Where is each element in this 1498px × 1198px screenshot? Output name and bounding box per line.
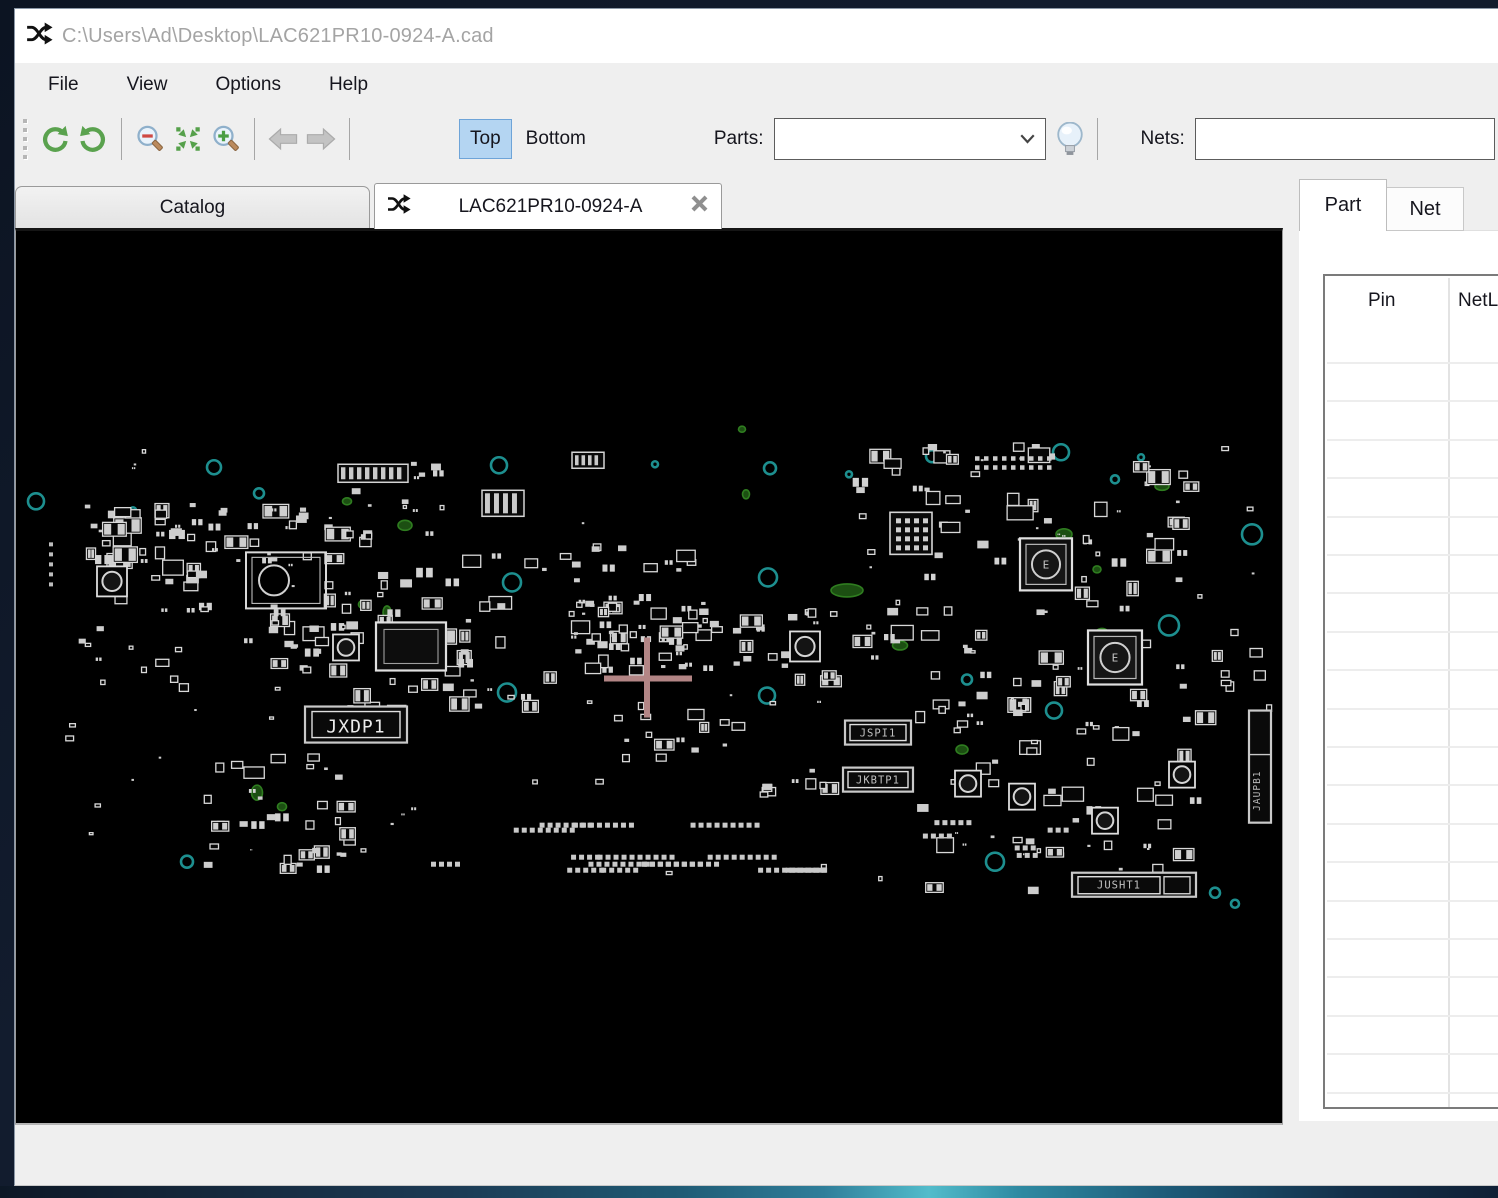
window-title-path: C:\Users\Ad\Desktop\LAC621PR10-0924-A.ca…: [62, 24, 494, 47]
board-canvas[interactable]: E E JXDP1 JSPI1 JKBTP1 JUSHT1 JAUPB1: [15, 228, 1283, 1125]
shuffle-app-icon: [26, 21, 53, 51]
tab-close-button[interactable]: [690, 194, 709, 219]
column-header-netlist[interactable]: NetList: [1458, 290, 1498, 312]
table-row-line: [1327, 1053, 1498, 1056]
document-tab-bar: Catalog LAC621PR10-0924-A: [15, 183, 1283, 229]
table-row-line: [1327, 938, 1498, 940]
table-row-line: [1327, 1091, 1498, 1094]
svg-text:E: E: [1112, 651, 1119, 664]
table-row-line: [1327, 592, 1498, 595]
tab-net[interactable]: Net: [1386, 187, 1464, 231]
tab-part-label: Part: [1324, 194, 1362, 216]
back-arrow-icon: [268, 127, 298, 151]
nets-input[interactable]: [1194, 118, 1495, 160]
table-row-line: [1327, 554, 1498, 556]
table-row-line: [1327, 477, 1498, 480]
nav-back-button[interactable]: [264, 119, 302, 159]
svg-text:E: E: [1043, 558, 1050, 571]
app-window: C:\Users\Ad\Desktop\LAC621PR10-0924-A.ca…: [14, 8, 1498, 1186]
column-header-pin[interactable]: Pin: [1368, 290, 1395, 312]
table-row-line: [1327, 400, 1498, 403]
desktop: C:\Users\Ad\Desktop\LAC621PR10-0924-A.ca…: [0, 0, 1498, 1198]
tab-document-label: LAC621PR10-0924-A: [458, 195, 643, 217]
table-row-line: [1327, 515, 1498, 518]
side-tab-bar: Part Net: [1299, 179, 1498, 231]
tab-document[interactable]: LAC621PR10-0924-A: [374, 183, 722, 229]
board-label-jaupb1[interactable]: JAUPB1: [1252, 770, 1263, 810]
dropdown-chevron-icon: [1020, 134, 1035, 144]
table-row-line: [1327, 976, 1498, 979]
table-row-line: [1327, 630, 1498, 633]
table-row-line: [1327, 784, 1498, 787]
nets-label: Nets:: [1140, 128, 1185, 149]
table-row-line: [1327, 861, 1498, 864]
tab-part[interactable]: Part: [1299, 179, 1387, 231]
parts-label: Parts:: [713, 128, 764, 149]
desktop-background-strip: [0, 1186, 1498, 1198]
highlight-bulb-button[interactable]: [1051, 119, 1089, 159]
table-row-line: [1327, 362, 1498, 364]
tab-catalog[interactable]: Catalog: [15, 186, 370, 228]
zoom-fit-button[interactable]: [169, 119, 207, 159]
zoom-fit-icon: [176, 127, 200, 151]
board-label-jxdp1[interactable]: JXDP1: [326, 717, 385, 738]
rotate-ccw-button[interactable]: [36, 119, 74, 159]
board-label-jspi1[interactable]: JSPI1: [860, 728, 897, 740]
table-row-line: [1327, 669, 1498, 672]
menu-item-file[interactable]: File: [39, 71, 88, 99]
table-row-line: [1327, 707, 1498, 710]
zoom-in-icon: [213, 125, 239, 151]
board-label-jusht1[interactable]: JUSHT1: [1097, 880, 1141, 892]
bottom-side-toggle[interactable]: Bottom: [516, 120, 596, 158]
tab-net-label: Net: [1409, 197, 1441, 220]
tab-catalog-label: Catalog: [159, 196, 226, 218]
rotate-cw-icon: [80, 125, 105, 152]
rotate-cw-button[interactable]: [74, 119, 112, 159]
board-label-jkbtp1[interactable]: JKBTP1: [856, 775, 900, 787]
toolbar: Top Bottom Parts: Nets:: [15, 107, 1498, 171]
top-toggle-label: Top: [470, 128, 501, 149]
bulb-icon: [1057, 122, 1084, 155]
zoom-out-button[interactable]: [131, 119, 169, 159]
shuffle-tab-icon: [387, 193, 411, 221]
close-icon: [691, 195, 708, 212]
parts-combobox[interactable]: [774, 118, 1047, 160]
menu-item-options[interactable]: Options: [206, 71, 289, 99]
forward-arrow-icon: [306, 127, 336, 151]
title-bar: C:\Users\Ad\Desktop\LAC621PR10-0924-A.ca…: [15, 9, 1498, 63]
zoom-out-icon: [137, 125, 163, 151]
table-row-line: [1327, 822, 1498, 825]
table-row-line: [1327, 899, 1498, 902]
toolbar-gripper[interactable]: [23, 119, 27, 159]
zoom-in-button[interactable]: [207, 119, 245, 159]
bottom-toggle-label: Bottom: [525, 128, 586, 149]
table-row-line: [1327, 1014, 1498, 1017]
nav-forward-button[interactable]: [302, 119, 340, 159]
table-row-line: [1327, 746, 1498, 748]
menu-item-view[interactable]: View: [118, 71, 177, 99]
table-row-line: [1327, 438, 1498, 441]
pin-net-table: Pin NetList: [1323, 274, 1498, 1109]
status-bar: [15, 1121, 1498, 1185]
part-panel: Pin NetList: [1299, 230, 1498, 1127]
rotate-ccw-icon: [43, 125, 68, 152]
menu-bar: File View Options Help: [15, 63, 1498, 107]
column-divider: [1448, 278, 1450, 1107]
top-side-toggle[interactable]: Top: [459, 119, 512, 159]
menu-item-help[interactable]: Help: [320, 71, 377, 99]
